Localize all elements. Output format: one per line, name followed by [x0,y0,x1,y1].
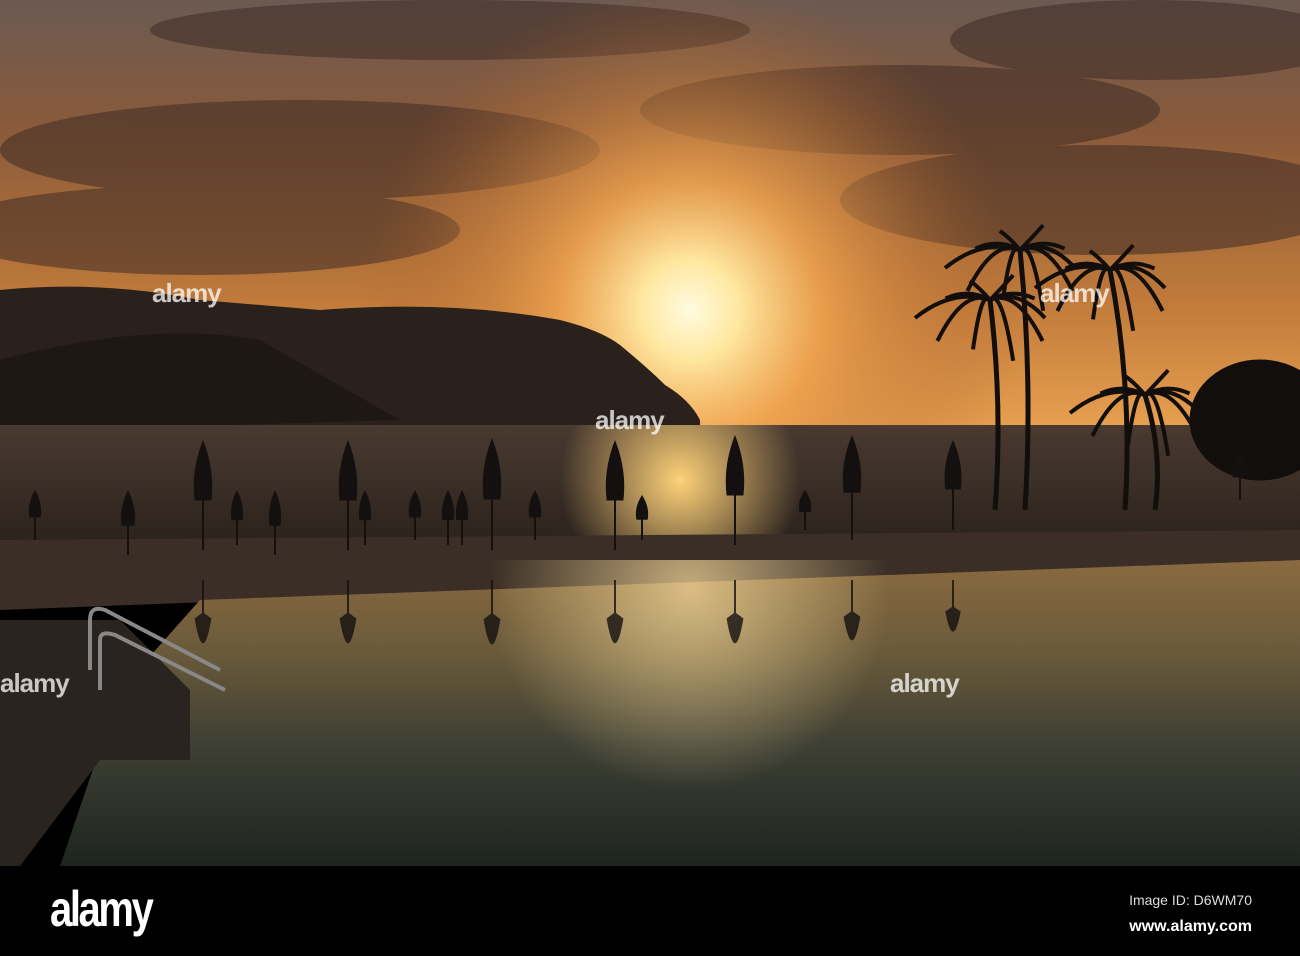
alamy-logo[interactable]: alamy [50,880,154,938]
image-id: Image ID: D6WM70 [1129,892,1252,908]
watermark: alamy [890,668,960,698]
site-url[interactable]: www.alamy.com [1129,918,1252,936]
stock-photo: alamy alamy alamy alamy alamy alamy Imag… [0,0,1300,956]
watermark: alamy [1040,278,1110,308]
footer-bar: alamy Image ID: D6WM70 www.alamy.com [0,866,1300,956]
watermark: alamy [595,405,665,435]
watermark: alamy [0,668,70,698]
watermark: alamy [152,278,222,308]
